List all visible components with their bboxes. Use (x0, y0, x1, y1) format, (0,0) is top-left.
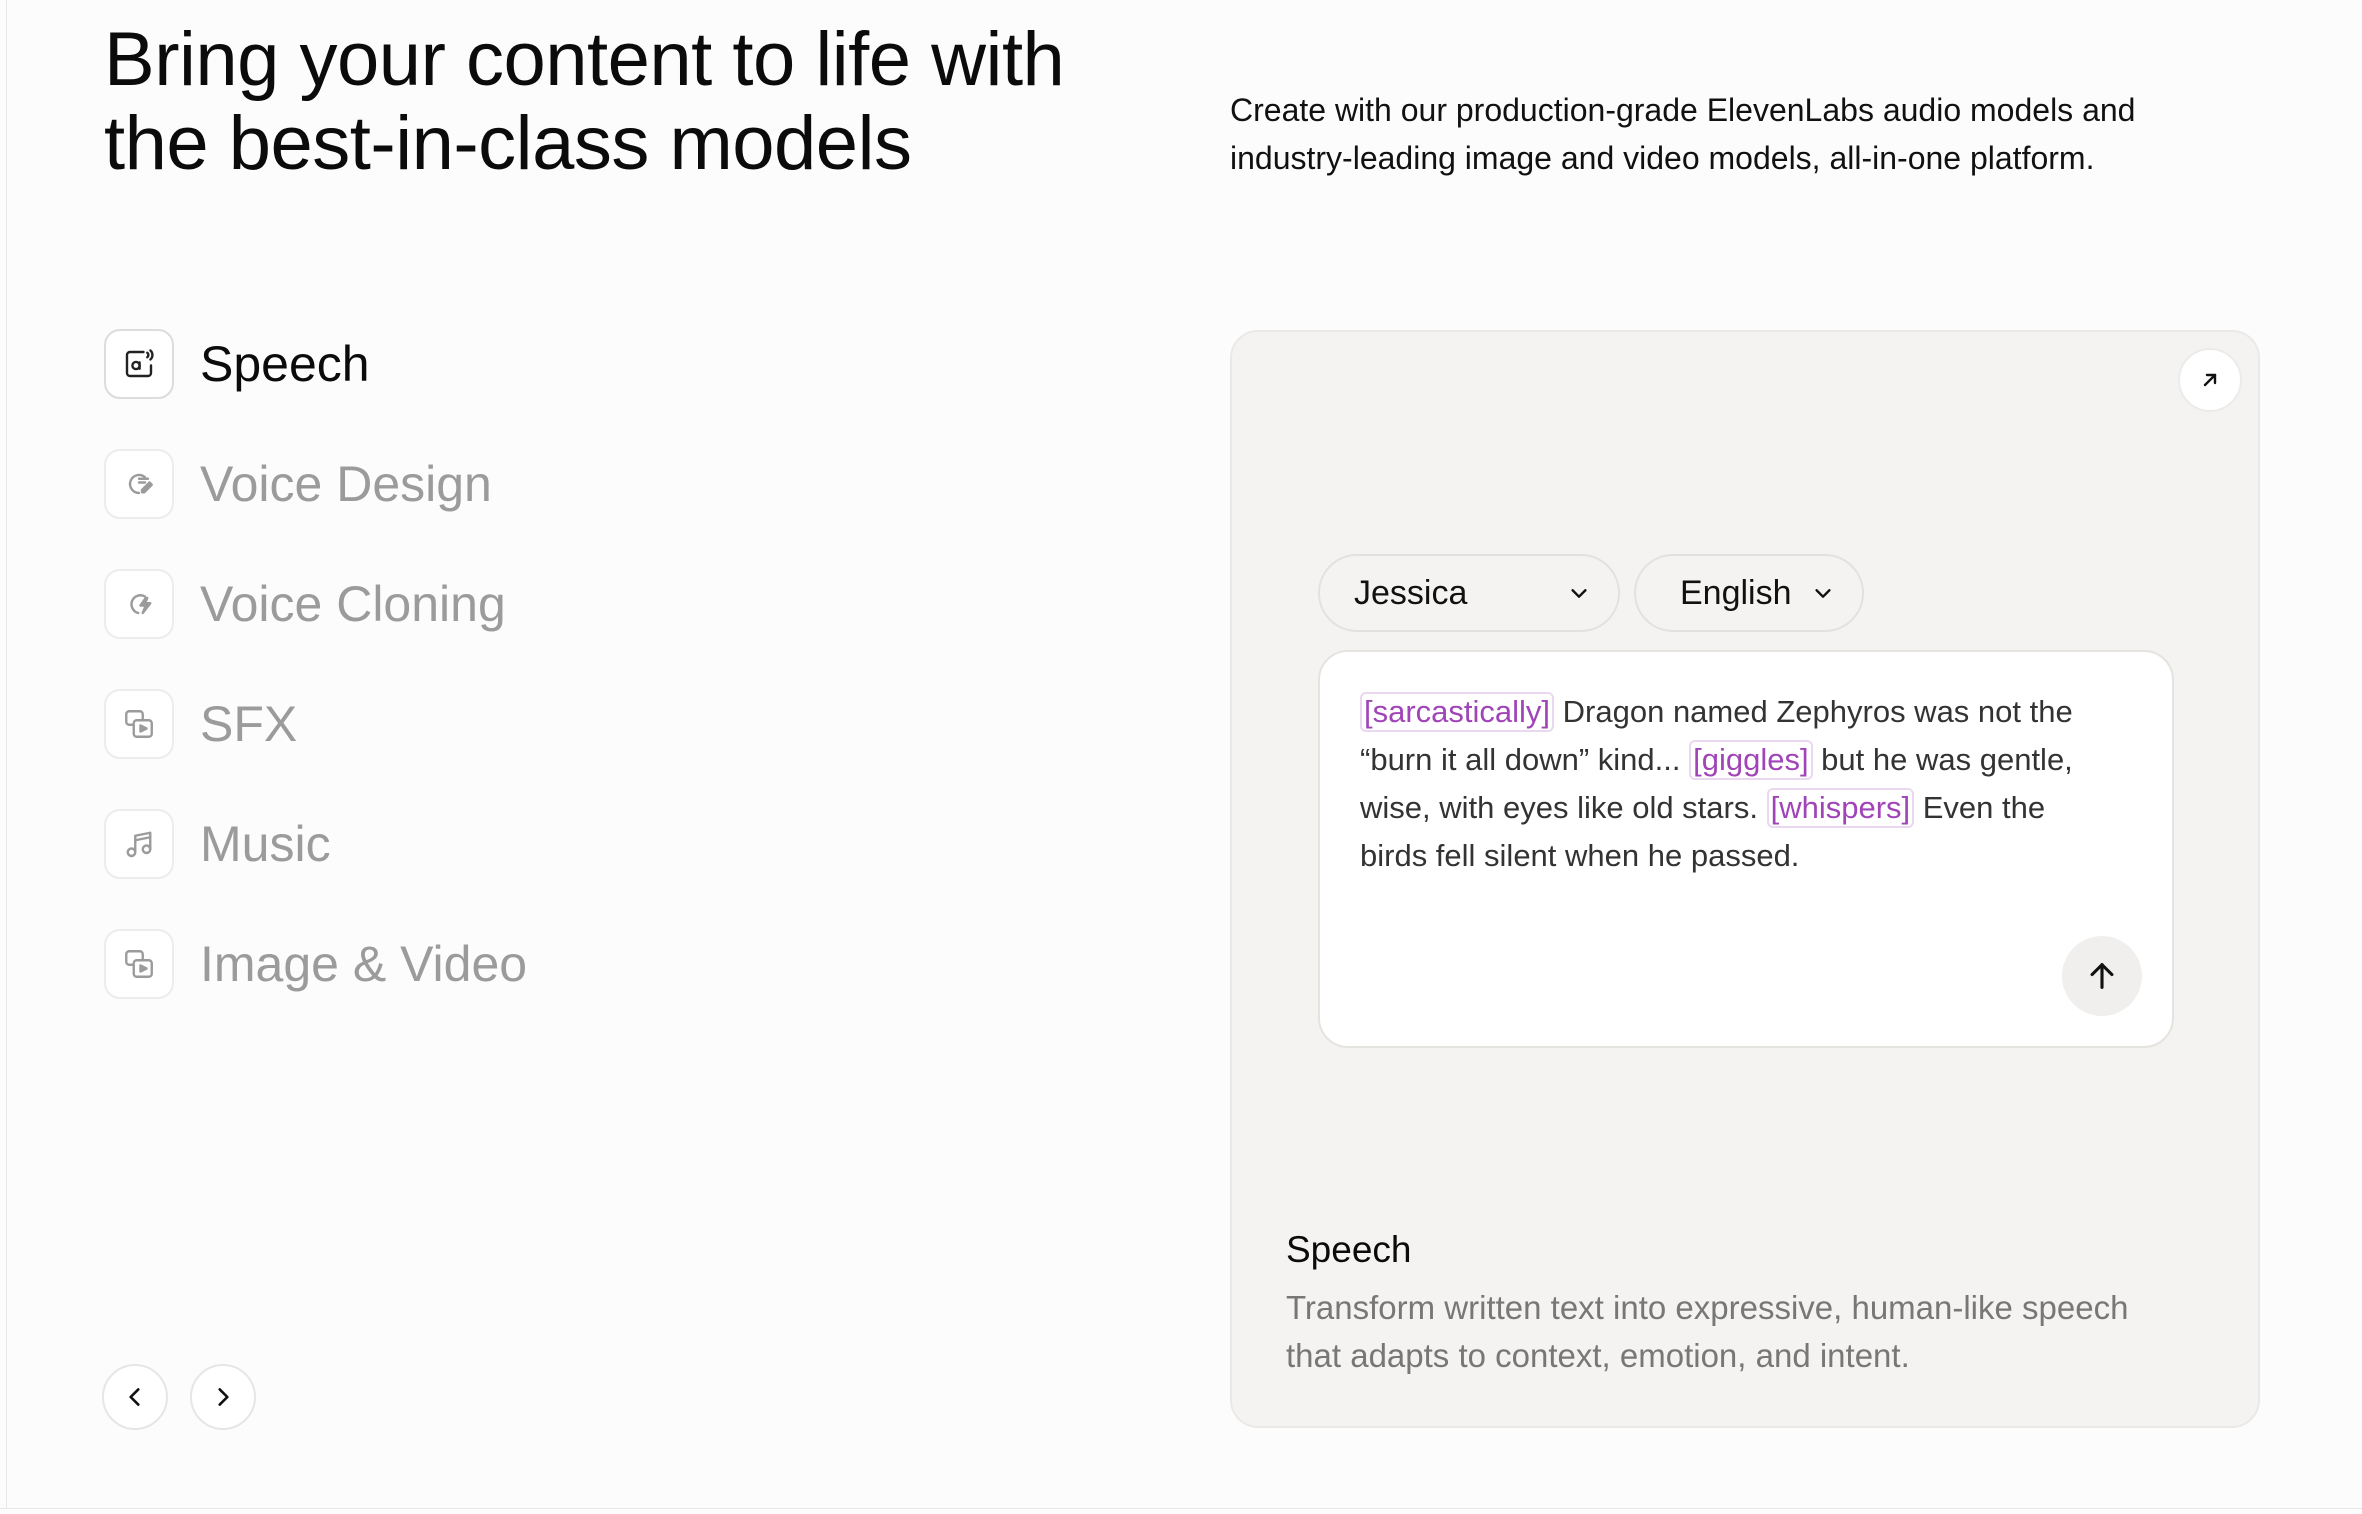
nav-item-voice-design[interactable]: Voice Design (104, 448, 527, 520)
page-subtitle-line-1: Create with our production-grade ElevenL… (1230, 92, 2136, 128)
nav-item-label: Music (200, 816, 331, 872)
page-title-line-1: Bring your content to life with (104, 17, 1065, 102)
voice-select[interactable]: Jessica (1318, 554, 1620, 632)
nav-item-sfx[interactable]: SFX (104, 688, 527, 760)
nav-item-voice-cloning[interactable]: Voice Cloning (104, 568, 527, 640)
arrow-up-right-icon (2203, 373, 2217, 387)
nav-item-label: SFX (200, 696, 298, 752)
language-select-value: English (1680, 573, 1792, 612)
carousel-next-button[interactable] (190, 1364, 256, 1430)
page-subtitle-line-2: industry-leading image and video models,… (1230, 140, 2095, 176)
speech-preview-card: Jessica English [sarcastically] Dragon n… (1230, 330, 2260, 1428)
emotion-tag: [sarcastically] (1360, 692, 1555, 732)
voice-select-value: Jessica (1354, 573, 1468, 612)
generate-button[interactable] (2062, 936, 2142, 1016)
nav-item-label: Voice Cloning (200, 576, 506, 632)
image-video-icon (104, 929, 174, 999)
sfx-icon (104, 689, 174, 759)
card-description: Transform written text into expressive, … (1286, 1284, 2206, 1380)
card-description-line-2: that adapts to context, emotion, and int… (1286, 1337, 1910, 1374)
emotion-tag: [giggles] (1689, 740, 1813, 780)
card-description-line-1: Transform written text into expressive, … (1286, 1289, 2129, 1326)
speech-icon (104, 329, 174, 399)
language-select[interactable]: English (1634, 554, 1864, 632)
prompt-input[interactable]: [sarcastically] Dragon named Zephyros wa… (1318, 650, 2174, 1048)
music-icon (104, 809, 174, 879)
page: Bring your content to life with the best… (0, 0, 2362, 1514)
page-left-border (6, 0, 7, 1508)
arrow-up-icon (2090, 963, 2114, 989)
chevron-down-icon (1815, 589, 1831, 598)
page-title: Bring your content to life with the best… (104, 18, 1154, 186)
chevron-down-icon (1571, 589, 1587, 598)
card-title: Speech (1286, 1229, 1412, 1270)
prompt-text[interactable]: [sarcastically] Dragon named Zephyros wa… (1360, 688, 2120, 880)
page-title-line-2: the best-in-class models (104, 101, 912, 186)
nav-item-label: Image & Video (200, 936, 528, 992)
emotion-tag: [whispers] (1766, 788, 1915, 828)
nav-item-label: Speech (200, 336, 370, 392)
nav-item-image-video[interactable]: Image & Video (104, 928, 527, 1000)
nav-item-speech[interactable]: Speech (104, 328, 527, 400)
expand-button[interactable] (2178, 348, 2242, 412)
chevron-left-icon (129, 1388, 140, 1406)
chevron-right-icon (218, 1388, 229, 1406)
nav-item-music[interactable]: Music (104, 808, 527, 880)
carousel-prev-button[interactable] (102, 1364, 168, 1430)
page-bottom-border (0, 1508, 2362, 1509)
voice-cloning-icon (104, 569, 174, 639)
voice-design-icon (104, 449, 174, 519)
model-nav: Speech Voice Design Voice Cloning SFX Mu… (104, 328, 527, 1048)
page-subtitle: Create with our production-grade ElevenL… (1230, 86, 2230, 182)
nav-item-label: Voice Design (200, 456, 492, 512)
